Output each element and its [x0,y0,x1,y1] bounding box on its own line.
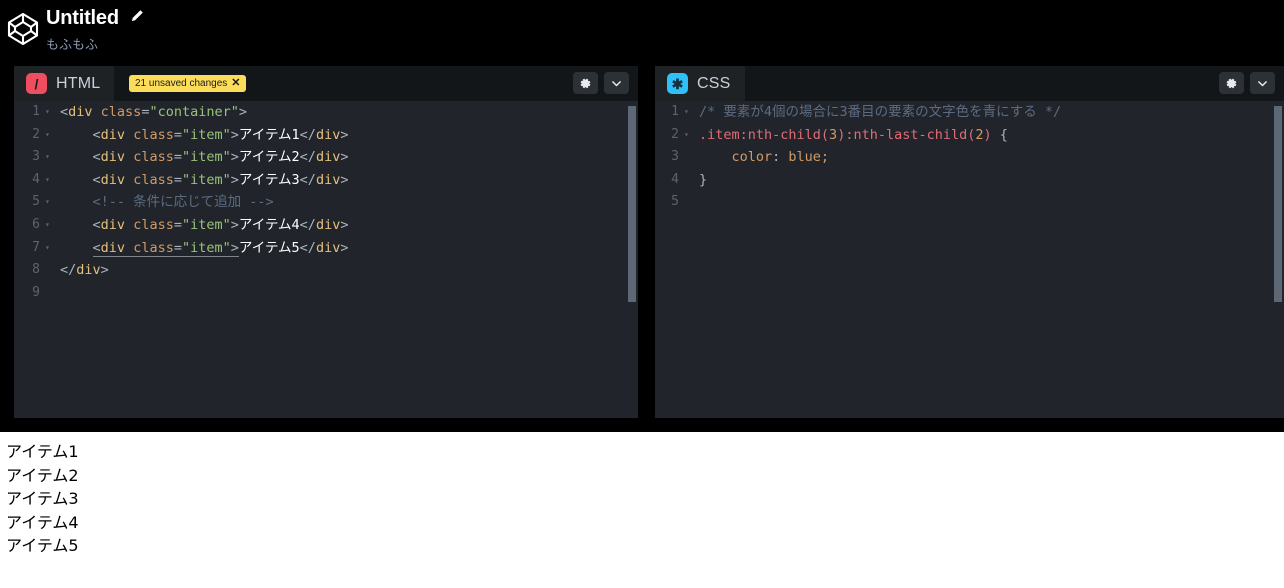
line-number: 2 [14,124,40,147]
code-line[interactable]: 7 ▾ <div class="item">アイテム5</div> [14,237,638,260]
code-text: .item:nth-child(3):nth-last-child(2) { [699,124,1008,147]
code-line[interactable]: 5 [655,191,1284,214]
line-number: 5 [655,191,679,214]
unsaved-changes-badge[interactable]: 21 unsaved changes ✕ [129,75,246,92]
unsaved-changes-text: 21 unsaved changes [135,78,227,89]
fold-arrow-icon[interactable]: ▾ [45,124,50,147]
line-number: 8 [14,259,40,282]
css-pane-header: ✱ CSS [655,66,1284,101]
fold-arrow-icon[interactable]: ▾ [45,146,50,169]
code-text: <!-- 条件に応じて追加 --> [60,191,274,214]
line-number: 4 [655,169,679,192]
code-text: <div class="item">アイテム2</div> [60,146,348,169]
chevron-down-icon[interactable] [1250,72,1275,94]
html-editor-pane: / HTML 21 unsaved changes ✕ [14,66,638,418]
code-text: <div class="item">アイテム1</div> [60,124,348,147]
line-number: 7 [14,237,40,260]
tab-html-label: HTML [56,75,100,93]
line-number: 1 [14,101,40,124]
preview-container: アイテム1 アイテム2 アイテム3 アイテム4 アイテム5 [0,432,1284,558]
css-editor-pane: ✱ CSS 1 ▾ [655,66,1284,418]
app-header: Untitled もふもふ [0,0,1284,60]
close-icon[interactable]: ✕ [231,78,240,89]
code-line[interactable]: 8 </div> [14,259,638,282]
code-text: <div class="container"> [60,101,247,124]
chevron-down-icon[interactable] [604,72,629,94]
preview-pane: アイテム1 アイテム2 アイテム3 アイテム4 アイテム5 [0,432,1284,588]
fold-arrow-icon[interactable]: ▾ [45,237,50,260]
line-number: 2 [655,124,679,147]
code-line[interactable]: 4 } [655,169,1284,192]
code-line[interactable]: 2 ▾ .item:nth-child(3):nth-last-child(2)… [655,124,1284,147]
editor-region: / HTML 21 unsaved changes ✕ [0,60,1284,432]
code-line[interactable]: 3 color: blue; [655,146,1284,169]
fold-arrow-icon[interactable]: ▾ [45,169,50,192]
html-slash-icon: / [26,73,47,94]
code-text: /* 要素が4個の場合に3番目の要素の文字色を青にする */ [699,101,1061,124]
css-code-area[interactable]: 1 ▾ /* 要素が4個の場合に3番目の要素の文字色を青にする */ 2 ▾ .… [655,101,1284,418]
line-number: 3 [14,146,40,169]
code-text: <div class="item">アイテム5</div> [60,237,348,260]
codepen-logo-icon[interactable] [4,10,42,48]
fold-arrow-icon[interactable]: ▾ [684,101,689,124]
editor-preview-divider[interactable] [0,418,1284,432]
gear-icon[interactable] [1219,72,1244,94]
html-pane-header: / HTML 21 unsaved changes ✕ [14,66,638,101]
code-text: <div class="item">アイテム4</div> [60,214,348,237]
tab-css[interactable]: ✱ CSS [655,66,745,101]
code-line[interactable]: 1 ▾ /* 要素が4個の場合に3番目の要素の文字色を青にする */ [655,101,1284,124]
pen-title: Untitled [46,6,144,30]
fold-arrow-icon[interactable]: ▾ [45,101,50,124]
code-line[interactable]: 5 ▾ <!-- 条件に応じて追加 --> [14,191,638,214]
pen-author[interactable]: もふもふ [46,34,98,53]
code-line[interactable]: 1 ▾ <div class="container"> [14,101,638,124]
code-line[interactable]: 9 [14,282,638,305]
list-item: アイテム1 [0,440,1284,464]
line-number: 3 [655,146,679,169]
line-number: 9 [14,282,40,305]
code-text: </div> [60,259,109,282]
fold-arrow-icon[interactable]: ▾ [45,191,50,214]
list-item: アイテム2 [0,464,1284,488]
fold-arrow-icon[interactable]: ▾ [45,214,50,237]
code-line[interactable]: 6 ▾ <div class="item">アイテム4</div> [14,214,638,237]
pencil-icon[interactable] [130,6,144,29]
pen-title-text: Untitled [46,7,119,29]
list-item: アイテム5 [0,534,1284,558]
html-pane-actions [573,72,629,94]
code-text: color: blue; [699,146,829,169]
gear-icon[interactable] [573,72,598,94]
tab-css-label: CSS [697,75,731,93]
line-number: 5 [14,191,40,214]
html-code-area[interactable]: 1 ▾ <div class="container"> 2 ▾ <div cla… [14,101,638,418]
line-number: 1 [655,101,679,124]
code-line[interactable]: 3 ▾ <div class="item">アイテム2</div> [14,146,638,169]
code-line[interactable]: 2 ▾ <div class="item">アイテム1</div> [14,124,638,147]
list-item: アイテム4 [0,511,1284,535]
tab-html[interactable]: / HTML [14,66,114,101]
css-pane-actions [1219,72,1275,94]
fold-arrow-icon[interactable]: ▾ [684,124,689,147]
code-text: <div class="item">アイテム3</div> [60,169,348,192]
html-editor-scrollbar[interactable] [628,106,636,302]
line-number: 6 [14,214,40,237]
code-line[interactable]: 4 ▾ <div class="item">アイテム3</div> [14,169,638,192]
css-asterisk-icon: ✱ [667,73,688,94]
code-text: } [699,169,707,192]
line-number: 4 [14,169,40,192]
css-editor-scrollbar[interactable] [1274,106,1282,302]
list-item: アイテム3 [0,487,1284,511]
